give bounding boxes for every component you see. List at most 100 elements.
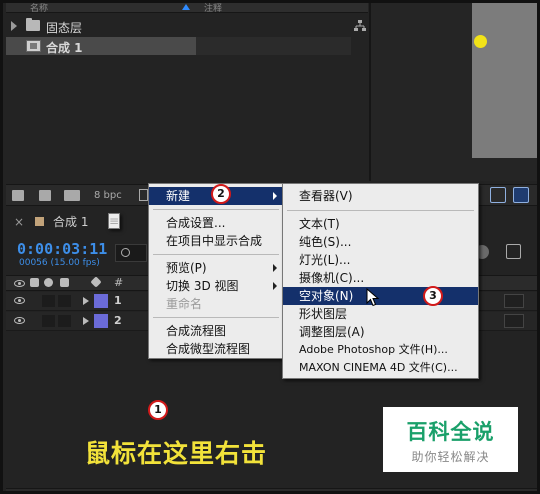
menu-separator [153,209,279,210]
close-icon[interactable]: × [14,215,24,229]
menu-item-label: 在项目中显示合成 [166,234,263,248]
new-submenu: 查看器(V) 文本(T) 纯色(S)... 灯光(L)... 摄像机(C)...… [282,183,479,379]
menu-item-composition-settings[interactable]: 合成设置... [149,214,225,232]
project-item-label: 合成 1 [46,41,83,55]
menu-item-label: MAXON CINEMA 4D 文件(C)... [299,361,458,374]
lock-icon[interactable] [60,278,69,287]
new-composition-icon[interactable] [64,190,80,201]
submenu-arrow-icon [273,264,277,272]
menu-item-label: 切换 3D 视图 [166,279,239,293]
current-timecode[interactable]: 0:00:03:11 [17,240,107,258]
audio-icon[interactable] [30,278,39,287]
project-item-comment-cell [196,37,351,55]
step-1-badge: 1 [148,400,168,420]
context-menu: 新建 合成设置... 在项目中显示合成 预览(P) 切换 3D 视图 重命名 合… [148,183,284,359]
interpret-footage-icon[interactable] [12,190,24,201]
solo-icon[interactable] [44,278,53,287]
menu-item-label: 合成流程图 [166,324,227,338]
menu-item-composition-flowchart[interactable]: 合成流程图 [149,322,226,340]
flowchart-icon[interactable] [354,20,366,32]
step-2-badge: 2 [211,184,231,204]
menu-item-preview[interactable]: 预览(P) [149,259,283,277]
audio-toggle[interactable] [42,295,55,307]
timeline-tab-label[interactable]: 合成 1 [53,213,88,230]
layer-search-input[interactable] [115,244,147,262]
menu-item-shape-layer[interactable]: 形状图层 [283,305,347,323]
menu-item-reveal-in-project[interactable]: 在项目中显示合成 [149,232,262,250]
lock-toggle[interactable] [58,295,71,307]
layer-label-color[interactable] [94,294,108,308]
menu-separator [153,254,279,255]
menu-item-label: 查看器(V) [299,189,353,203]
project-panel: 名称 注释 固态层 合成 1 [6,3,368,181]
menu-item-mini-flowchart[interactable]: 合成微型流程图 [149,340,250,358]
expand-triangle-icon[interactable] [83,297,89,305]
mouse-cursor-icon [366,288,380,307]
menu-item-label: 纯色(S)... [299,235,352,249]
menu-item-label: 合成设置... [166,216,226,230]
project-item-folder[interactable]: 固态层 [6,17,351,35]
watermark-subtitle: 助你轻松解决 [411,450,490,464]
menu-item-label: 调整图层(A) [299,325,365,339]
menu-item-cinema4d-file[interactable]: MAXON CINEMA 4D 文件(C)... [283,359,458,377]
frame-counter: 00056 (15.00 fps) [19,258,100,268]
transparency-grid-icon[interactable] [513,187,529,203]
submenu-arrow-icon [273,192,277,200]
eye-icon[interactable] [14,297,25,304]
menu-item-label: 形状图层 [299,307,348,321]
lock-toggle[interactable] [58,315,71,327]
menu-separator [153,317,279,318]
menu-item-solid[interactable]: 纯色(S)... [283,233,351,251]
new-folder-icon[interactable] [39,190,51,201]
folder-icon [26,18,40,31]
layer-label-color[interactable] [94,314,108,328]
parent-dropdown[interactable] [504,294,524,308]
layer-number: 2 [114,314,122,327]
menu-item-label: 摄像机(C)... [299,271,365,285]
graph-editor-icon[interactable] [506,244,521,259]
expand-triangle-icon[interactable] [83,317,89,325]
menu-item-label: 合成微型流程图 [166,342,251,356]
project-item-composition[interactable]: 合成 1 [6,37,196,55]
panel-menu-icon[interactable]: ≡ [108,213,121,229]
menu-item-text[interactable]: 文本(T) [283,215,340,233]
menu-item-switch-3d-view[interactable]: 切换 3D 视图 [149,277,283,295]
layer-number: 1 [114,294,122,307]
trash-icon[interactable] [139,189,148,201]
layer-number-header: # [114,276,124,289]
eye-icon[interactable] [14,280,25,287]
eye-icon[interactable] [14,317,25,324]
name-column-header[interactable]: 名称 [30,3,48,14]
menu-item-null-object[interactable]: 空对象(N) [283,287,478,305]
composition-color-swatch [35,217,44,226]
region-of-interest-icon[interactable] [490,187,506,203]
comment-column-header[interactable]: 注释 [204,3,222,14]
menu-item-photoshop-file[interactable]: Adobe Photoshop 文件(H)... [283,341,448,359]
bit-depth-label[interactable]: 8 bpc [94,190,122,201]
menu-item-label: 新建 [166,189,191,203]
project-column-header: 名称 注释 [6,3,368,14]
sort-arrow-icon[interactable] [182,4,190,10]
menu-item-camera[interactable]: 摄像机(C)... [283,269,364,287]
composition-canvas[interactable] [472,3,537,158]
menu-item-adjustment-layer[interactable]: 调整图层(A) [283,323,365,341]
step-3-badge: 3 [423,286,443,306]
menu-item-label: 灯光(L)... [299,253,351,267]
watermark-logo: 百科全说 助你轻松解决 [383,407,518,472]
null-object-dot[interactable] [474,35,487,48]
menu-item-label: 预览(P) [166,261,207,275]
menu-item-viewer[interactable]: 查看器(V) [283,187,353,205]
audio-toggle[interactable] [42,315,55,327]
menu-item-light[interactable]: 灯光(L)... [283,251,351,269]
parent-dropdown[interactable] [504,314,524,328]
menu-item-rename[interactable]: 重命名 [149,295,202,313]
menu-separator [287,210,474,211]
composition-viewer[interactable] [369,3,537,181]
expand-triangle-icon[interactable] [11,21,17,31]
timeline-bottom-bar [6,488,537,491]
menu-item-label: 文本(T) [299,217,340,231]
menu-item-label: Adobe Photoshop 文件(H)... [299,343,448,356]
instruction-caption: 鼠标在这里右击 [85,439,268,468]
label-icon[interactable] [90,276,102,288]
app-window: 名称 注释 固态层 合成 1 8 bpc × 合成 1 ≡ 0:00:03:11… [0,0,540,494]
